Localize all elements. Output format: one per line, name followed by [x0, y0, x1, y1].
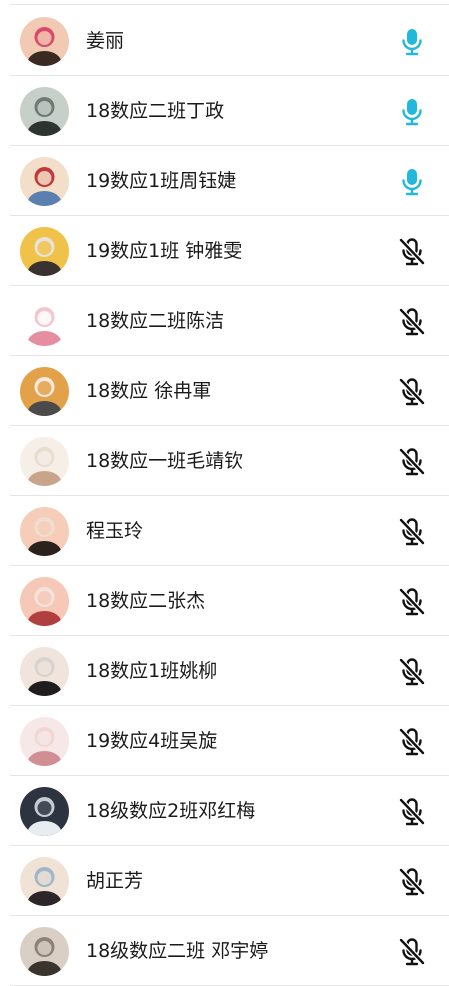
member-row[interactable]: 19数应4班吴旋 [0, 706, 449, 776]
member-name: 18数应二班陈洁 [86, 310, 225, 332]
mic-off-icon[interactable] [396, 306, 428, 338]
mic-off-icon[interactable] [396, 656, 428, 688]
avatar [20, 507, 69, 556]
avatar [20, 227, 69, 276]
member-row[interactable]: 程玉玲 [0, 496, 449, 566]
avatar [20, 157, 69, 206]
member-row[interactable]: 19数应1班周钰婕 [0, 146, 449, 216]
member-name: 18数应二张杰 [86, 590, 206, 612]
member-name: 18数应二班丁政 [86, 100, 225, 122]
mic-off-icon[interactable] [396, 866, 428, 898]
member-name: 19数应4班吴旋 [86, 730, 218, 752]
avatar [20, 297, 69, 346]
member-name: 18级数应2班邓红梅 [86, 800, 256, 822]
member-row[interactable]: 19数应1班 钟雅雯 [0, 216, 449, 286]
member-name: 程玉玲 [86, 520, 144, 542]
mic-on-icon[interactable] [396, 96, 428, 128]
mic-off-icon[interactable] [396, 936, 428, 968]
avatar [20, 437, 69, 486]
mic-on-icon[interactable] [396, 26, 428, 58]
member-row[interactable]: 18数应二张杰 [0, 566, 449, 636]
avatar [20, 717, 69, 766]
member-name: 18数应 徐冉軍 [86, 380, 212, 402]
mic-off-icon[interactable] [396, 236, 428, 268]
member-list: 姜丽 18数应二班丁政 19数应1班周钰婕 19数应1班 钟雅雯 18数应二班陈… [0, 0, 449, 986]
mic-off-icon[interactable] [396, 446, 428, 478]
member-name: 18数应1班姚柳 [86, 660, 218, 682]
member-row[interactable]: 18级数应二班 邓宇婷 [0, 916, 449, 986]
member-name: 胡正芳 [86, 870, 144, 892]
avatar [20, 17, 69, 66]
member-name: 19数应1班周钰婕 [86, 170, 237, 192]
member-name: 18数应一班毛靖钦 [86, 450, 244, 472]
mic-off-icon[interactable] [396, 516, 428, 548]
member-row[interactable]: 胡正芳 [0, 846, 449, 916]
member-row[interactable]: 18级数应2班邓红梅 [0, 776, 449, 846]
avatar [20, 647, 69, 696]
avatar [20, 577, 69, 626]
member-row[interactable]: 18数应 徐冉軍 [0, 356, 449, 426]
mic-off-icon[interactable] [396, 376, 428, 408]
member-row[interactable]: 18数应一班毛靖钦 [0, 426, 449, 496]
avatar [20, 367, 69, 416]
mic-on-icon[interactable] [396, 166, 428, 198]
member-name: 18级数应二班 邓宇婷 [86, 940, 269, 962]
avatar [20, 87, 69, 136]
mic-off-icon[interactable] [396, 586, 428, 618]
mic-off-icon[interactable] [396, 796, 428, 828]
member-row[interactable]: 18数应二班陈洁 [0, 286, 449, 356]
member-name: 19数应1班 钟雅雯 [86, 240, 243, 262]
avatar [20, 787, 69, 836]
member-name: 姜丽 [86, 30, 125, 52]
member-row[interactable]: 18数应1班姚柳 [0, 636, 449, 706]
avatar [20, 927, 69, 976]
mic-off-icon[interactable] [396, 726, 428, 758]
member-row[interactable]: 姜丽 [0, 6, 449, 76]
member-row[interactable]: 18数应二班丁政 [0, 76, 449, 146]
list-top-divider [10, 4, 449, 5]
avatar [20, 857, 69, 906]
